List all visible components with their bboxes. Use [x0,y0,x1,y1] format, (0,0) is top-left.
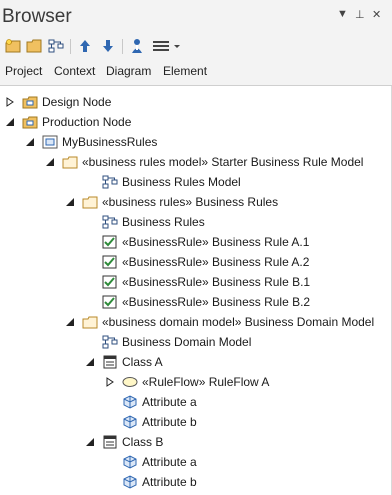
tree-item[interactable]: Business Domain Model [84,332,251,352]
class-icon [102,435,118,449]
tree-item-label: «RuleFlow» RuleFlow A [142,375,270,389]
tree-item[interactable]: «BusinessRule» Business Rule B.2 [84,292,310,312]
tree-item[interactable]: «RuleFlow» RuleFlow A [104,372,269,392]
toolbar-separator [70,39,71,54]
browser-panel: Browser ▼ ⊥ ✕ Project Context Diagram El… [0,0,392,495]
tree-item[interactable]: Attribute a [104,452,197,472]
folder-icon[interactable] [25,37,43,55]
close-icon[interactable]: ✕ [372,8,381,21]
tree-item[interactable]: «business domain model» Business Domain … [64,312,374,332]
tree-item[interactable]: Attribute a [104,392,197,412]
tree-item-label: Design Node [42,95,112,109]
tab-project[interactable]: Project [5,64,42,78]
tree-item[interactable]: Class B [84,432,163,452]
tree-item-label: Attribute a [142,395,197,409]
folder-icon [82,195,98,209]
class-icon [102,355,118,369]
collapse-arrow-icon[interactable] [84,356,96,368]
attribute-icon [122,455,138,469]
tab-context[interactable]: Context [54,64,95,78]
attribute-icon [122,475,138,489]
model-icon [42,135,58,149]
tree-item[interactable]: «BusinessRule» Business Rule B.1 [84,272,310,292]
tree-item[interactable]: Attribute b [104,412,197,432]
tree-item[interactable]: «BusinessRule» Business Rule A.2 [84,252,309,272]
tree-item-label: Attribute b [142,415,197,429]
business-rule-icon [102,235,118,249]
diagram-icon [102,215,118,229]
tree-item-label: «BusinessRule» Business Rule B.1 [122,275,311,289]
activity-icon [122,375,138,389]
collapse-arrow-icon[interactable] [24,136,36,148]
tab-diagram[interactable]: Diagram [106,64,151,78]
tree-item-label: Business Domain Model [122,335,252,349]
properties-icon[interactable] [128,37,146,55]
collapse-arrow-icon[interactable] [64,316,76,328]
toolbar-separator [122,39,123,54]
tree-item-label: «BusinessRule» Business Rule B.2 [122,295,311,309]
tree-item-label: «BusinessRule» Business Rule A.2 [122,255,310,269]
attribute-icon [122,395,138,409]
collapse-arrow-icon[interactable] [4,116,16,128]
move-down-icon[interactable] [99,37,117,55]
tree-item[interactable]: MyBusinessRules [24,132,157,152]
package-icon [22,115,38,129]
tree-item[interactable]: «BusinessRule» Business Rule A.1 [84,232,309,252]
collapse-arrow-icon[interactable] [64,196,76,208]
business-rule-icon [102,255,118,269]
attribute-icon [122,415,138,429]
tree-item[interactable]: Design Node [4,92,111,112]
tree-item[interactable]: «business rules model» Starter Business … [44,152,363,172]
move-up-icon[interactable] [76,37,94,55]
tree-item[interactable]: Business Rules [84,212,205,232]
business-rule-icon [102,295,118,309]
tree-item-label: Business Rules [122,215,205,229]
business-rule-icon [102,275,118,289]
tree-item-label: Production Node [42,115,132,129]
tree-item-label: Class B [122,435,164,449]
collapse-arrow-icon[interactable] [44,156,56,168]
tree-item[interactable]: «business rules» Business Rules [64,192,278,212]
expand-arrow-icon[interactable] [104,376,116,388]
tree-item-label: Attribute a [142,455,197,469]
package-icon [22,95,38,109]
folder-icon [62,155,78,169]
tree-item[interactable]: Class A [84,352,163,372]
tree-item-label: «business rules model» Starter Business … [82,155,364,169]
tree-item-label: Business Rules Model [122,175,241,189]
diagram-icon [102,175,118,189]
new-package-icon[interactable] [4,37,22,55]
folder-icon [82,315,98,329]
menu-icon[interactable] [152,37,182,55]
tree-item-label: Class A [122,355,163,369]
title-bar: Browser ▼ ⊥ ✕ [0,0,392,34]
tree-item[interactable]: Production Node [4,112,131,132]
diagram-icon [102,335,118,349]
tree-item-label: «BusinessRule» Business Rule A.1 [122,235,310,249]
tree-item-label: MyBusinessRules [62,135,158,149]
view-tabs: Project Context Diagram Element [0,58,392,86]
toolbar [0,34,392,58]
collapse-arrow-icon[interactable] [84,436,96,448]
tree-item-label: «business domain model» Business Domain … [102,315,375,329]
expand-arrow-icon[interactable] [4,96,16,108]
tree-item-label: «business rules» Business Rules [102,195,279,209]
tab-element[interactable]: Element [163,64,207,78]
window-title: Browser [2,6,72,27]
diagram-icon[interactable] [47,37,65,55]
chevron-down-icon[interactable]: ▼ [337,8,348,20]
tree-item[interactable]: Business Rules Model [84,172,241,192]
tree-item[interactable]: Attribute b [104,472,197,492]
tree-item-label: Attribute b [142,475,197,489]
pin-icon[interactable]: ⊥ [355,8,365,21]
